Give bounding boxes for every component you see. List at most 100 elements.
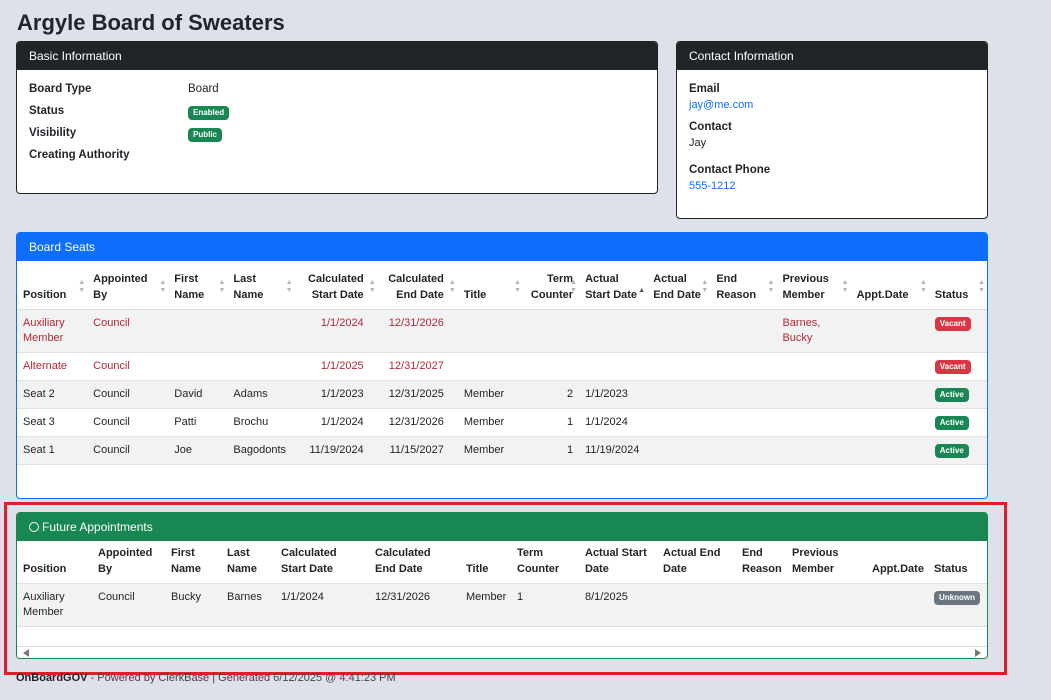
sort-icon[interactable]: ▲ ▼ (842, 279, 849, 295)
cell-appointed-by: Council (87, 408, 169, 437)
column-header-actual-start[interactable]: Actual Start Date ▲ (579, 267, 648, 310)
board-seats-header: Board Seats (17, 233, 987, 261)
cell-calc-end: 11/15/2027 (377, 436, 458, 465)
column-header-last[interactable]: Last Name ▲ ▼ (227, 267, 295, 310)
creating-authority-label: Creating Authority (29, 149, 130, 161)
cell-first: Patti (168, 408, 228, 437)
cell-end-reason (710, 309, 777, 353)
cell-title: Member (457, 436, 523, 465)
cell-previous: Barnes, Bucky (776, 309, 851, 353)
cell-end-reason (710, 408, 777, 437)
contact-value: Jay (689, 137, 707, 149)
cell-position: Alternate (17, 352, 88, 381)
cell-position: Seat 2 (17, 380, 88, 409)
column-header-end-reason[interactable]: End Reason ▲ ▼ (710, 267, 777, 310)
sort-icon[interactable]: ▲ ▼ (286, 279, 293, 295)
column-header-title[interactable]: Title ▲ ▼ (457, 267, 523, 310)
page-title: Argyle Board of Sweaters (17, 10, 285, 35)
cell-appt-date (850, 380, 929, 409)
column-header-status[interactable]: Status ▲ ▼ (928, 267, 987, 310)
column-header-previous[interactable]: Previous Member ▲ ▼ (776, 267, 851, 310)
sort-icon[interactable]: ▲ ▼ (159, 279, 166, 295)
cell-previous (776, 408, 851, 437)
status-badge: Active (934, 444, 969, 458)
sort-icon[interactable]: ▲ ▼ (218, 279, 225, 295)
cell-first: David (168, 380, 228, 409)
cell-end-reason (710, 352, 777, 381)
cell-position: Seat 3 (17, 408, 88, 437)
cell-first (168, 309, 228, 353)
contact-info-header: Contact Information (677, 42, 987, 70)
visibility-badge: Public (188, 128, 223, 142)
cell-actual-start: 1/1/2023 (579, 380, 648, 409)
cell-appointed-by: Council (87, 380, 169, 409)
table-row[interactable]: Seat 3 Council Patti Brochu 1/1/2024 12/31/20… (17, 408, 987, 437)
sort-icon[interactable]: ▲ ▼ (768, 279, 775, 295)
cell-last: Adams (227, 380, 295, 409)
status-cell: Active (928, 436, 987, 465)
sort-icon[interactable]: ▲ ▼ (369, 279, 376, 295)
column-header-calc-start[interactable]: Calculated Start Date ▲ ▼ (294, 267, 378, 310)
cell-end-reason (710, 380, 777, 409)
status-badge: Vacant (934, 317, 971, 331)
cell-term: 2 (522, 380, 580, 409)
sort-icon[interactable]: ▲ ▼ (78, 279, 85, 295)
table-row[interactable]: Auxiliary Member Council 1/1/2024 12/31/202… (17, 309, 987, 353)
cell-title: Member (457, 380, 523, 409)
sort-icon[interactable]: ▲ ▼ (570, 279, 577, 295)
phone-link[interactable]: 555-1212 (689, 180, 736, 192)
sort-icon[interactable]: ▲ ▼ (514, 279, 521, 295)
sort-icon[interactable]: ▲ (638, 287, 645, 295)
visibility-label: Visibility (29, 127, 77, 139)
cell-first (168, 352, 228, 381)
cell-calc-end: 12/31/2026 (377, 309, 458, 353)
table-row[interactable]: Seat 2 Council David Adams 1/1/2023 12/31/202… (17, 380, 987, 409)
board-type-label: Board Type (29, 83, 92, 95)
cell-term: 1 (522, 436, 580, 465)
footer-brand: OnBoardGOV (16, 672, 88, 684)
column-header-appointed-by[interactable]: Appointed By ▲ ▼ (87, 267, 169, 310)
cell-appt-date (850, 408, 929, 437)
sort-icon[interactable]: ▲ ▼ (920, 279, 927, 295)
column-header-appt-date[interactable]: Appt.Date ▲ ▼ (850, 267, 929, 310)
table-row[interactable]: Seat 1 Council Joe Bagodonts 11/19/2024 11/15… (17, 436, 987, 465)
cell-previous (776, 436, 851, 465)
basic-info-card: Basic Information Board Type Board Statu… (16, 41, 658, 194)
sort-icon[interactable]: ▲ ▼ (449, 279, 456, 295)
status-cell: Vacant (928, 352, 987, 381)
highlight-box (4, 502, 1007, 675)
sort-icon[interactable]: ▲ ▼ (978, 279, 985, 295)
column-header-term[interactable]: Term Counter ▲ ▼ (522, 267, 580, 310)
status-label: Status (29, 105, 65, 117)
board-seats-table: Position ▲ ▼ Appointed By ▲ ▼ First Name ▲ ▼ L… (17, 267, 987, 465)
column-header-actual-end[interactable]: Actual End Date ▲ ▼ (647, 267, 711, 310)
email-label: Email (689, 83, 720, 95)
cell-calc-start: 11/19/2024 (294, 436, 378, 465)
cell-last: Bagodonts (227, 436, 295, 465)
cell-previous (776, 380, 851, 409)
cell-calc-start: 1/1/2023 (294, 380, 378, 409)
contact-label: Contact (689, 121, 732, 133)
cell-actual-start (579, 309, 648, 353)
phone-label: Contact Phone (689, 164, 771, 176)
cell-appointed-by: Council (87, 436, 169, 465)
cell-actual-end (647, 380, 711, 409)
cell-title (457, 309, 523, 353)
cell-last: Brochu (227, 408, 295, 437)
column-header-position[interactable]: Position ▲ ▼ (17, 267, 88, 310)
cell-end-reason (710, 436, 777, 465)
cell-calc-end: 12/31/2027 (377, 352, 458, 381)
cell-title: Member (457, 408, 523, 437)
table-row[interactable]: Alternate Council 1/1/2025 12/31/2027 Vacant (17, 352, 987, 381)
status-badge: Enabled (188, 106, 230, 120)
sort-icon[interactable]: ▲ ▼ (701, 279, 708, 295)
cell-calc-start: 1/1/2025 (294, 352, 378, 381)
column-header-calc-end[interactable]: Calculated End Date ▲ ▼ (377, 267, 458, 310)
email-link[interactable]: jay@me.com (689, 99, 753, 111)
status-cell: Active (928, 408, 987, 437)
cell-first: Joe (168, 436, 228, 465)
cell-actual-start: 1/1/2024 (579, 408, 648, 437)
column-header-first[interactable]: First Name ▲ ▼ (168, 267, 228, 310)
cell-actual-end (647, 352, 711, 381)
cell-appt-date (850, 352, 929, 381)
